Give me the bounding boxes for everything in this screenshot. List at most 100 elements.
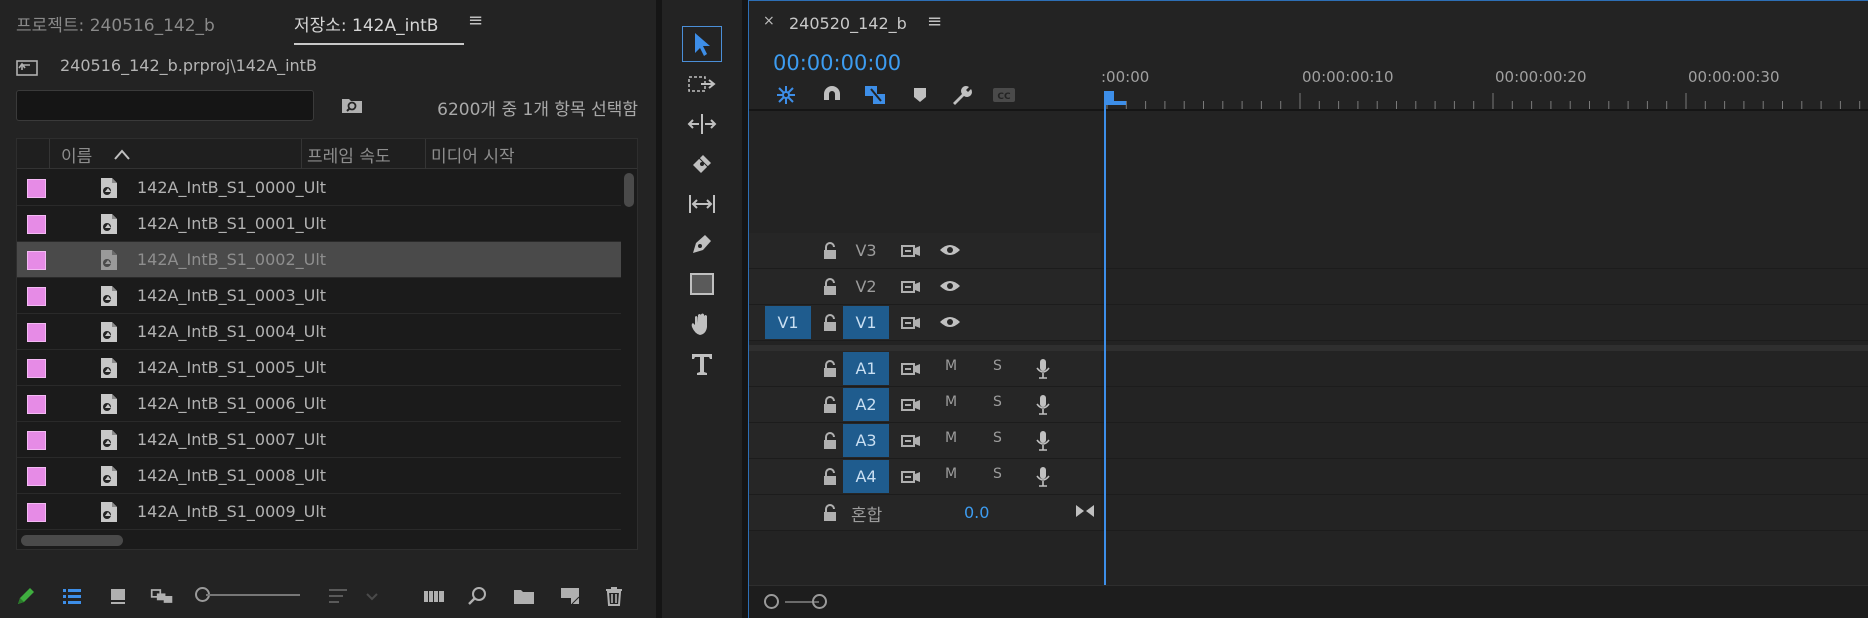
label-color-swatch[interactable]: [27, 467, 46, 486]
column-name[interactable]: 이름: [61, 142, 92, 167]
nest-toggle-icon[interactable]: [773, 83, 799, 107]
close-sequence-icon[interactable]: ×: [763, 13, 775, 29]
track-target-v2[interactable]: V2: [843, 270, 889, 303]
eye-icon[interactable]: [939, 243, 961, 257]
label-color-swatch[interactable]: [27, 323, 46, 342]
list-item[interactable]: 142A_IntB_S1_0005_Ult: [17, 350, 621, 386]
snap-magnet-icon[interactable]: [819, 83, 845, 107]
track-target-v1[interactable]: V1: [843, 306, 889, 339]
track-a4[interactable]: [1101, 459, 1868, 495]
add-marker-icon[interactable]: [907, 83, 933, 107]
track-target-a4[interactable]: A4: [843, 460, 889, 493]
track-target-v3[interactable]: V3: [843, 234, 889, 267]
linked-selection-icon[interactable]: [863, 83, 889, 107]
list-item[interactable]: 142A_IntB_S1_0000_Ult: [17, 170, 621, 206]
solo-button[interactable]: S: [993, 430, 1002, 446]
trash-icon[interactable]: [602, 584, 626, 608]
list-view-icon[interactable]: [60, 584, 84, 608]
label-color-swatch[interactable]: [27, 215, 46, 234]
microphone-icon[interactable]: [1035, 394, 1051, 416]
ripple-edit-tool[interactable]: [682, 106, 722, 142]
lock-icon[interactable]: [822, 278, 838, 296]
wrench-icon[interactable]: [949, 83, 975, 107]
selection-tool[interactable]: [682, 26, 722, 62]
parent-bin-icon[interactable]: [16, 58, 38, 76]
freeform-view-icon[interactable]: [150, 584, 174, 608]
lock-icon[interactable]: [822, 360, 838, 378]
sync-lock-icon[interactable]: [901, 243, 921, 259]
lock-icon[interactable]: [822, 432, 838, 450]
eye-icon[interactable]: [939, 315, 961, 329]
playhead[interactable]: [1104, 97, 1106, 587]
label-color-swatch[interactable]: [27, 395, 46, 414]
column-media-start[interactable]: 미디어 시작: [431, 142, 515, 167]
track-v3[interactable]: [1101, 233, 1868, 269]
solo-button[interactable]: S: [993, 394, 1002, 410]
chevron-down-icon[interactable]: [360, 584, 384, 608]
label-color-swatch[interactable]: [27, 179, 46, 198]
mix-volume-value[interactable]: 0.0: [964, 503, 989, 522]
solo-button[interactable]: S: [993, 466, 1002, 482]
captions-icon[interactable]: CC: [991, 83, 1017, 107]
lock-icon[interactable]: [822, 504, 838, 522]
sync-lock-icon[interactable]: [901, 469, 921, 485]
playhead-timecode[interactable]: 00:00:00:00: [773, 51, 901, 75]
list-item[interactable]: 142A_IntB_S1_0001_Ult: [17, 206, 621, 242]
source-patch-v1[interactable]: V1: [765, 306, 811, 339]
automate-to-sequence-icon[interactable]: [422, 584, 446, 608]
go-to-edit-point-icon[interactable]: [1074, 503, 1096, 519]
horizontal-scrollbar[interactable]: [21, 535, 123, 546]
mute-button[interactable]: M: [945, 358, 957, 374]
track-header-a2[interactable]: A2 M S: [749, 387, 1101, 423]
search-input[interactable]: [16, 90, 314, 121]
timeline-menu-icon[interactable]: ≡: [927, 11, 942, 32]
track-header-a1[interactable]: A1 M S: [749, 351, 1101, 387]
solo-button[interactable]: S: [993, 358, 1002, 374]
tab-bin[interactable]: 저장소: 142A_intB: [294, 11, 466, 45]
mute-button[interactable]: M: [945, 430, 957, 446]
icon-view-icon[interactable]: [106, 584, 130, 608]
tab-project[interactable]: 프로젝트: 240516_142_b: [16, 11, 215, 36]
microphone-icon[interactable]: [1035, 466, 1051, 488]
razor-tool[interactable]: [682, 146, 722, 182]
track-header-v2[interactable]: V2: [749, 269, 1101, 305]
track-v1[interactable]: [1101, 305, 1868, 341]
column-frame-rate[interactable]: 프레임 속도: [307, 142, 391, 167]
track-header-mix[interactable]: 혼합 0.0: [749, 495, 1101, 531]
zoom-handle-left[interactable]: [764, 594, 779, 609]
pen-tool[interactable]: [682, 226, 722, 262]
zoom-slider[interactable]: [206, 594, 300, 596]
hand-tool[interactable]: [682, 306, 722, 342]
track-header-a4[interactable]: A4 M S: [749, 459, 1101, 495]
track-target-a1[interactable]: A1: [843, 352, 889, 385]
sync-lock-icon[interactable]: [901, 433, 921, 449]
track-target-a2[interactable]: A2: [843, 388, 889, 421]
label-color-swatch[interactable]: [27, 503, 46, 522]
zoom-handle-right[interactable]: [812, 594, 827, 609]
label-color-swatch[interactable]: [27, 359, 46, 378]
new-item-icon[interactable]: [558, 584, 582, 608]
track-a2[interactable]: [1101, 387, 1868, 423]
lock-icon[interactable]: [822, 468, 838, 486]
list-item[interactable]: 142A_IntB_S1_0007_Ult: [17, 422, 621, 458]
vertical-scrollbar[interactable]: [624, 173, 634, 207]
type-tool[interactable]: [682, 346, 722, 382]
list-item[interactable]: 142A_IntB_S1_0003_Ult: [17, 278, 621, 314]
lock-icon[interactable]: [822, 242, 838, 260]
microphone-icon[interactable]: [1035, 358, 1051, 380]
find-in-bin-icon[interactable]: [340, 94, 364, 116]
track-select-tool[interactable]: [682, 66, 722, 102]
sort-icon[interactable]: [326, 584, 350, 608]
time-ruler[interactable]: :00:00 00:00:00:10 00:00:00:20 00:00:00:…: [1101, 63, 1868, 109]
sync-lock-icon[interactable]: [901, 315, 921, 331]
track-v2[interactable]: [1101, 269, 1868, 305]
microphone-icon[interactable]: [1035, 430, 1051, 452]
track-a1[interactable]: [1101, 351, 1868, 387]
sync-lock-icon[interactable]: [901, 361, 921, 377]
list-item-selected[interactable]: 142A_IntB_S1_0002_Ult: [17, 242, 621, 278]
label-color-swatch[interactable]: [27, 251, 46, 270]
list-item[interactable]: 142A_IntB_S1_0004_Ult: [17, 314, 621, 350]
find-icon[interactable]: [466, 584, 490, 608]
rectangle-tool[interactable]: [682, 266, 722, 302]
track-mix[interactable]: [1101, 495, 1868, 531]
